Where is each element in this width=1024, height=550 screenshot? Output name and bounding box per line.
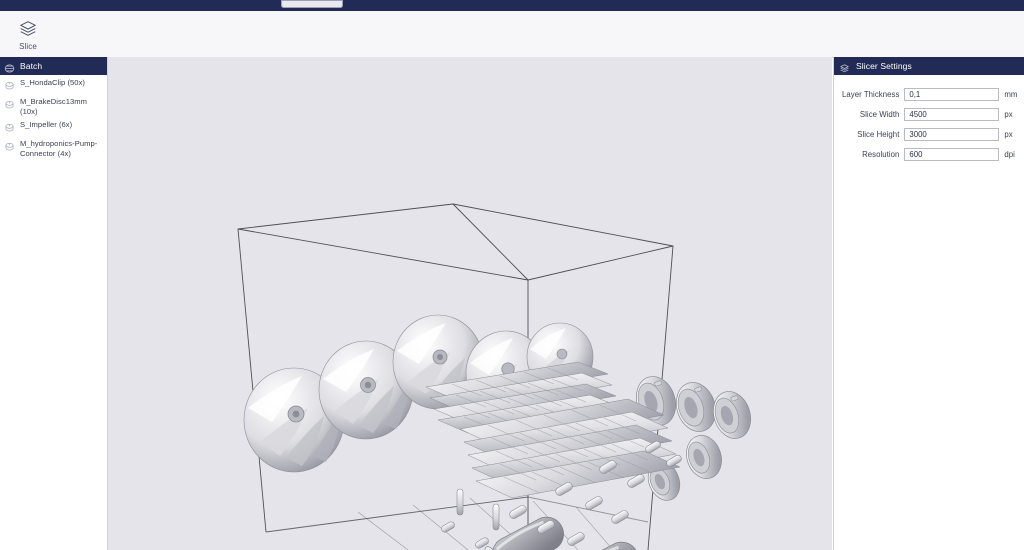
slice-width-label: Slice Width <box>859 110 900 119</box>
sidebar-item-label: M_hydroponics-Pump-Connector (4x) <box>20 139 98 158</box>
sidebar-item-label: S_Impeller (6x) <box>20 120 73 129</box>
slicer-settings-title: Slicer Settings <box>856 61 912 71</box>
build-scene[interactable] <box>108 57 832 550</box>
slice-width-input[interactable] <box>904 108 1000 121</box>
layers-slice-icon <box>839 61 850 72</box>
slice-height-label: Slice Height <box>857 130 900 139</box>
sidebar-header-batch[interactable]: Batch <box>0 57 107 75</box>
application-window: Slice Batch S_HondaClip (50x) M_BrakeDis… <box>0 0 1024 550</box>
batch-sidebar: Batch S_HondaClip (50x) M_BrakeDisc13mm … <box>0 57 108 550</box>
layers-slice-icon <box>17 19 39 39</box>
field-row-slice-width: Slice Width px <box>834 108 1024 121</box>
main-toolbar: Slice <box>0 11 1024 58</box>
sidebar-item-m-brakedisc13mm[interactable]: M_BrakeDisc13mm (10x) <box>0 95 107 118</box>
slice-width-unit: px <box>1004 110 1013 119</box>
resolution-label: Resolution <box>862 150 900 159</box>
part-cube-icon <box>4 98 15 110</box>
slicer-settings-form: Layer Thickness mm Slice Width px Slice … <box>834 75 1024 161</box>
layer-thickness-label: Layer Thickness <box>842 90 900 99</box>
3d-viewport[interactable] <box>108 57 832 550</box>
sidebar-item-label: M_BrakeDisc13mm (10x) <box>20 97 87 116</box>
packed-parts-cluster[interactable] <box>243 314 757 550</box>
resolution-unit: dpi <box>1004 150 1015 159</box>
part-cube-icon <box>4 121 15 133</box>
part-cube-icon <box>4 140 15 152</box>
sidebar-item-m-hydroponics-pump-connector[interactable]: M_hydroponics-Pump-Connector (4x) <box>0 137 107 160</box>
field-row-slice-height: Slice Height px <box>834 128 1024 141</box>
window-title-bar <box>0 0 1024 11</box>
layer-thickness-unit: mm <box>1004 90 1018 99</box>
batch-cube-icon <box>4 61 15 73</box>
layer-thickness-input[interactable] <box>904 88 1000 101</box>
slice-height-unit: px <box>1004 130 1013 139</box>
slicer-settings-header[interactable]: Slicer Settings <box>834 57 1024 75</box>
sidebar-item-s-impeller[interactable]: S_Impeller (6x) <box>0 118 107 137</box>
slicer-settings-panel: Slicer Settings Layer Thickness mm Slice… <box>833 57 1024 550</box>
slice-height-input[interactable] <box>904 128 1000 141</box>
field-row-layer-thickness: Layer Thickness mm <box>834 88 1024 101</box>
slice-button-label: Slice <box>19 41 37 51</box>
resolution-input[interactable] <box>904 148 1000 161</box>
sidebar-item-label: S_HondaClip (50x) <box>20 78 86 87</box>
window-tab-indicator[interactable] <box>281 0 343 8</box>
slice-button[interactable]: Slice <box>6 14 50 55</box>
sidebar-header-label: Batch <box>20 61 43 71</box>
field-row-resolution: Resolution dpi <box>834 148 1024 161</box>
part-cube-icon <box>4 79 15 91</box>
part-list: S_HondaClip (50x) M_BrakeDisc13mm (10x) <box>0 75 107 160</box>
sidebar-item-s-hondaclip[interactable]: S_HondaClip (50x) <box>0 76 107 95</box>
